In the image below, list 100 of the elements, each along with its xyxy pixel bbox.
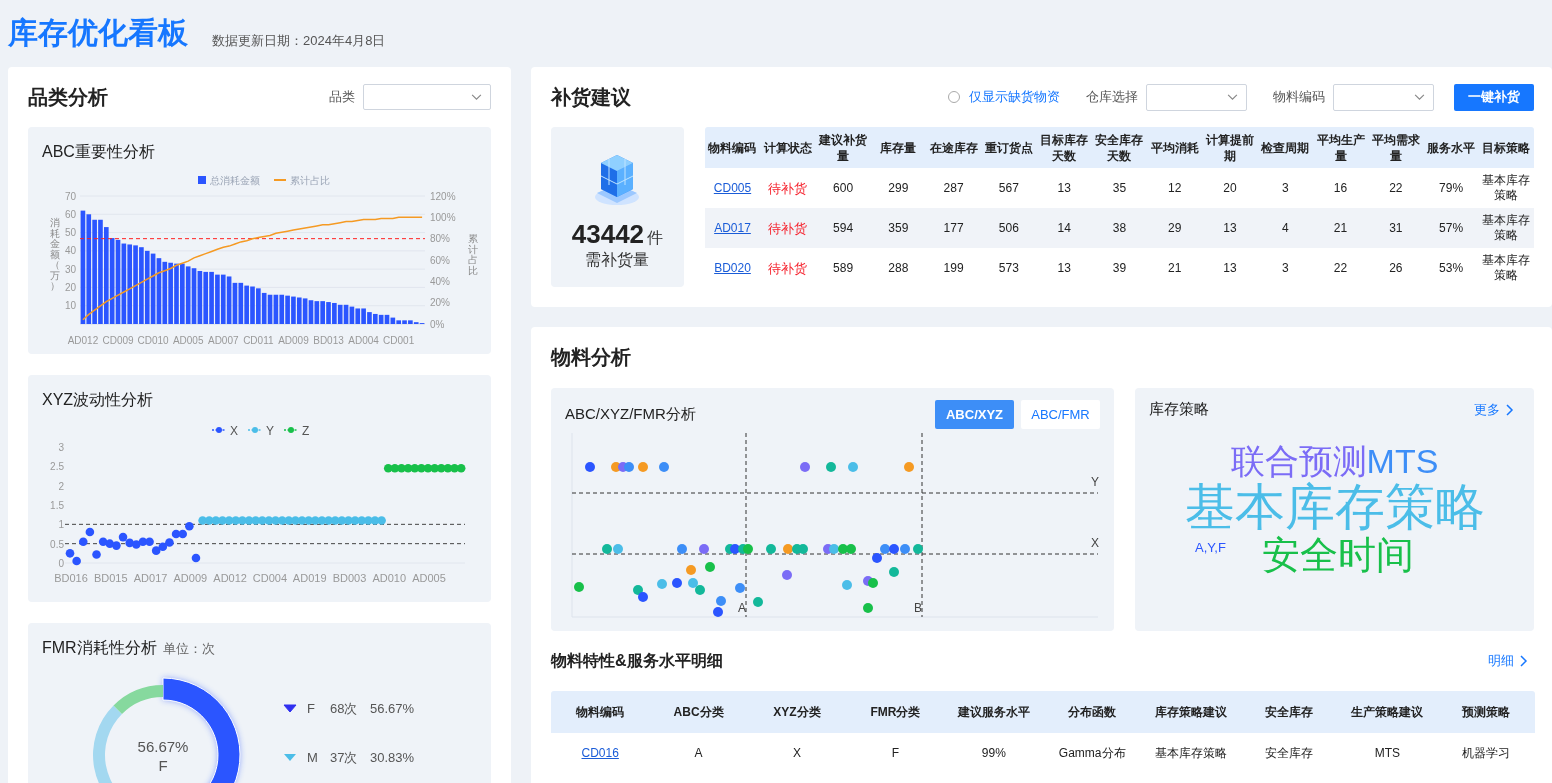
table-cell: 26 — [1389, 260, 1403, 276]
table-cell: 79% — [1439, 180, 1464, 196]
legend-label: Z — [302, 423, 310, 438]
table-cell: 13 — [1223, 260, 1237, 276]
table-cell: 22 — [1389, 180, 1403, 196]
axis-marker-label: Y — [1091, 475, 1099, 489]
table-cell: 29 — [1168, 220, 1182, 236]
x-axis-label: AD005 — [172, 335, 204, 346]
center-label: F — [158, 757, 168, 774]
y-axis-label: 20 — [64, 281, 76, 293]
table-cell: 288 — [888, 260, 909, 276]
y-axis-label: 40% — [430, 275, 450, 287]
y-axis-label: 0 — [58, 558, 64, 569]
table-cell: 3 — [1281, 260, 1289, 276]
x-axis-label: AD007 — [207, 335, 239, 346]
table-cell: 安全库存 — [1265, 745, 1313, 761]
y-axis-label: 80% — [430, 233, 450, 245]
panel-title: ABC重要性分析 — [41, 142, 156, 162]
card-title: 物料分析 — [551, 344, 631, 370]
table-cell: 299 — [888, 180, 909, 196]
column-header: 建议服务水平 — [956, 704, 1031, 721]
column-header: 物料编码 — [707, 139, 758, 157]
legend-count: 37次 — [330, 750, 358, 765]
x-axis-label: BD016 — [54, 572, 88, 584]
column-header: 计算提前期 — [1204, 131, 1255, 165]
x-axis-label: CD009 — [102, 335, 134, 346]
y-axis-label: 0.5 — [50, 538, 64, 550]
x-axis-label: AD004 — [348, 335, 379, 346]
center-value: 56.67% — [137, 738, 189, 755]
word-cloud-term: MTS — [1366, 443, 1439, 481]
column-header: 在途库存 — [928, 139, 979, 157]
column-header: 分布函数 — [1067, 704, 1118, 721]
table-cell: 35 — [1112, 180, 1127, 196]
panel-title: FMR消耗性分析 — [41, 638, 158, 658]
y-axis-label: 40 — [64, 245, 76, 257]
x-axis-label: AD012 — [213, 572, 247, 584]
column-header: 安全库存天数 — [1094, 131, 1145, 165]
column-header: 重订货点 — [983, 139, 1034, 157]
status-text: 待补货 — [768, 180, 808, 196]
word-cloud-term: 基本库存策略 — [1184, 480, 1485, 536]
y-axis-label: 60 — [64, 208, 76, 220]
legend-label: 累计占比 — [290, 175, 330, 186]
table-cell-text: 基本库存策略 — [1481, 253, 1532, 283]
table-cell: 573 — [998, 260, 1019, 276]
x-axis-label: CD004 — [252, 572, 287, 584]
table-cell: 567 — [998, 180, 1019, 196]
y-axis-label: 10 — [64, 300, 76, 312]
table-cell: 38 — [1112, 220, 1127, 236]
column-header: XYZ分类 — [772, 704, 822, 721]
legend-label: 总消耗金额 — [210, 175, 260, 186]
y-axis-label: 100% — [430, 211, 456, 223]
dashboard-title: 库存优化看板 — [8, 15, 188, 51]
warehouse-label: 仓库选择 — [1086, 88, 1138, 106]
panel-title: 库存策略 — [1149, 400, 1209, 419]
table-cell: A — [694, 745, 703, 761]
table-cell: 506 — [998, 220, 1019, 236]
table-cell: 基本库存策略 — [1154, 745, 1227, 761]
table-cell: 机器学习 — [1461, 745, 1510, 761]
x-axis-label: AD017 — [133, 572, 168, 584]
word-cloud-term: A,Y,F — [1195, 541, 1226, 556]
legend-label: M — [307, 750, 318, 765]
y-axis-label: 70 — [64, 190, 76, 202]
y-axis-label: 1.5 — [50, 500, 64, 511]
table-cell: 14 — [1057, 220, 1071, 236]
filter-label: 品类 — [329, 88, 355, 106]
panel-title: ABC/XYZ/FMR分析 — [565, 405, 696, 424]
status-text: 待补货 — [768, 220, 808, 236]
x-axis-label: AD019 — [292, 572, 327, 584]
column-header: 库存策略建议 — [1153, 704, 1228, 721]
column-header: 平均需求量 — [1370, 131, 1421, 165]
panel-title: XYZ波动性分析 — [41, 390, 155, 410]
table-cell: 199 — [943, 260, 964, 276]
column-header: 物料编码 — [575, 704, 626, 721]
table-cell: 13 — [1057, 180, 1071, 196]
x-axis-label: AD005 — [412, 572, 446, 584]
legend-share: 30.83% — [370, 750, 415, 765]
table-cell: 99% — [981, 745, 1006, 761]
legend-count: 68次 — [330, 701, 358, 716]
table-cell: 22 — [1333, 260, 1348, 276]
y-axis-title: 消耗金额（万） — [50, 217, 60, 291]
table-cell: 287 — [943, 180, 964, 196]
y-axis-label: 3 — [58, 442, 64, 453]
table-cell: F — [891, 745, 900, 761]
table-cell: 57% — [1439, 220, 1464, 236]
y-axis-label: 2.5 — [50, 461, 64, 473]
x-axis-label: BD015 — [93, 572, 128, 584]
table-cell: 16 — [1333, 180, 1348, 196]
x-axis-label: AD009 — [173, 572, 208, 584]
column-header: 安全库存 — [1264, 704, 1314, 721]
column-header: 服务水平 — [1426, 139, 1477, 157]
table-cell: Gamma分布 — [1058, 745, 1126, 761]
update-date: 数据更新日期：2024年4月8日 — [212, 31, 386, 50]
legend-label: X — [230, 423, 238, 438]
column-header: 计算状态 — [762, 139, 813, 157]
table-cell: MTS — [1374, 745, 1401, 761]
column-header: 平均生产量 — [1315, 131, 1366, 165]
x-axis-label: AD012 — [67, 335, 99, 346]
table-cell: 600 — [833, 180, 854, 196]
table-cell: 13 — [1057, 260, 1071, 276]
legend-share: 56.67% — [370, 701, 415, 716]
